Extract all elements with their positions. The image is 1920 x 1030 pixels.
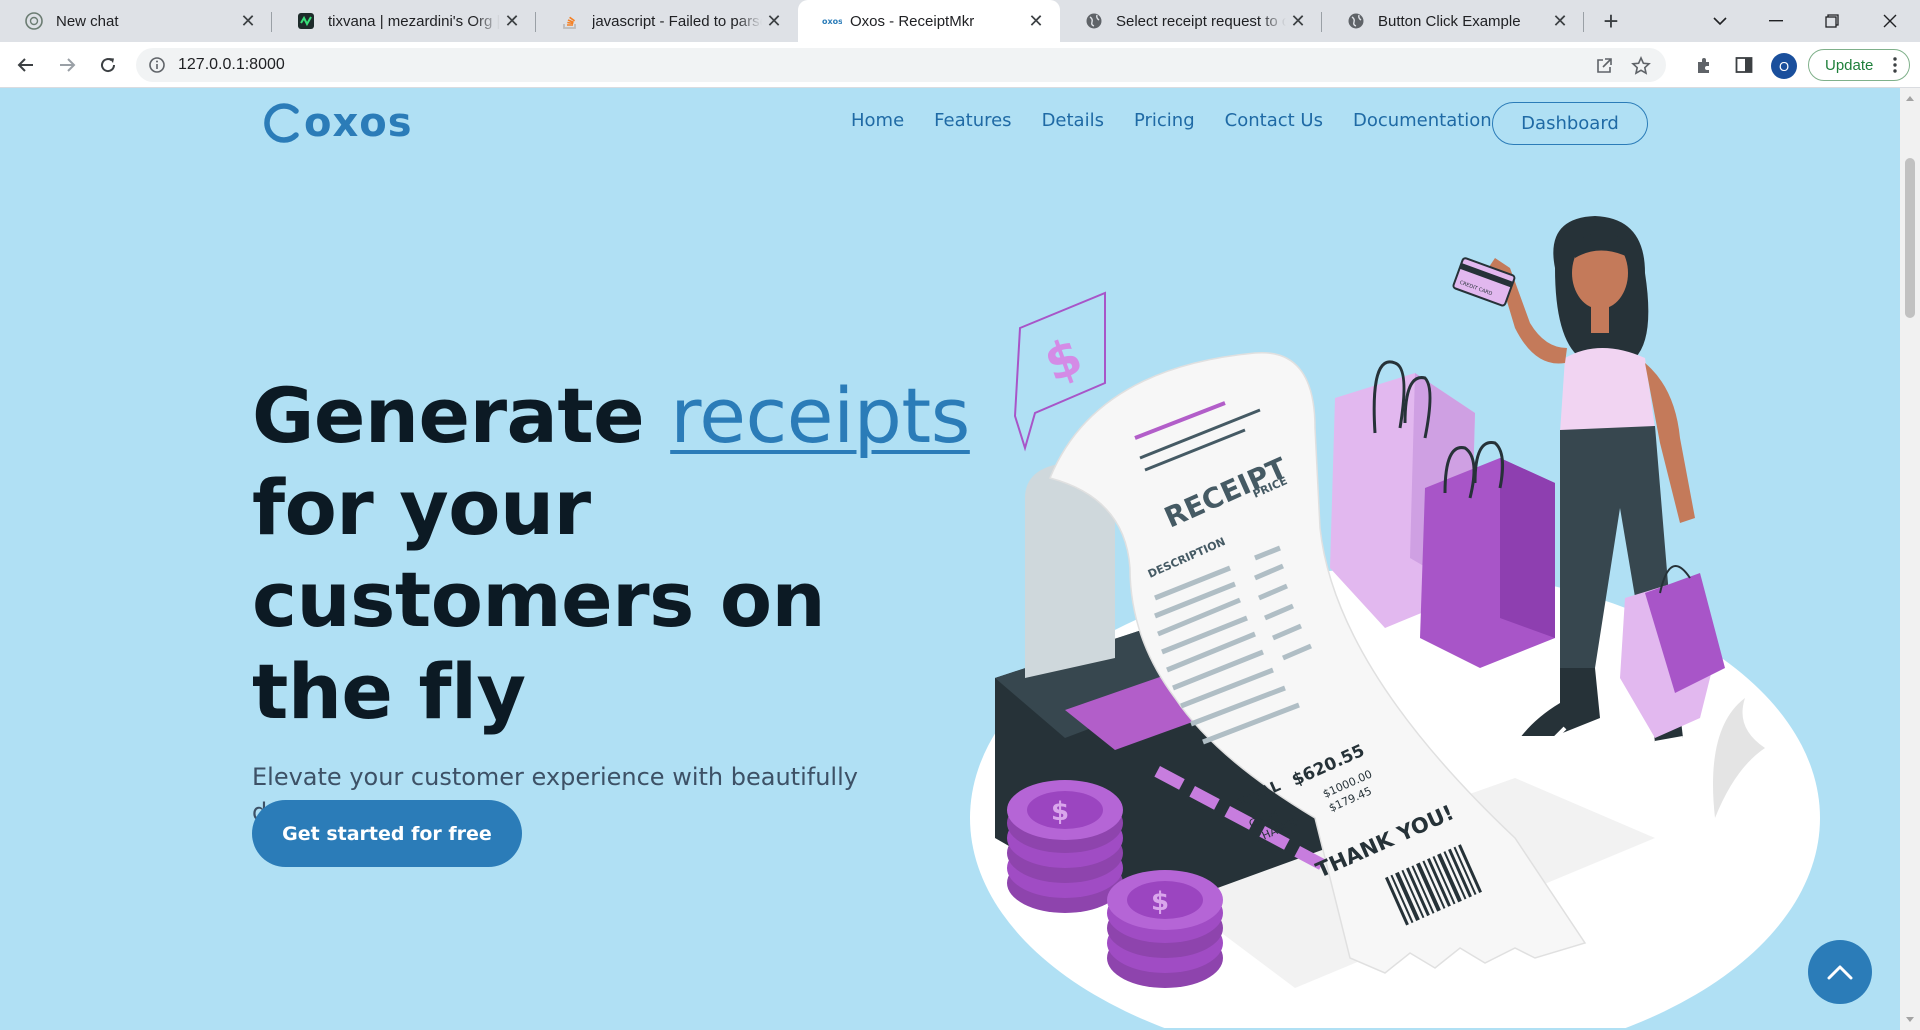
tab-title: javascript - Failed to parse s	[592, 12, 762, 30]
restore-icon[interactable]	[1804, 0, 1860, 42]
tab-separator	[1583, 12, 1584, 32]
app-icon	[296, 11, 316, 31]
hero-title-part2: for your customers on the fly	[252, 463, 826, 736]
tab-title: Oxos - ReceiptMkr	[850, 12, 975, 30]
close-icon[interactable]: ✕	[1286, 9, 1310, 33]
profile-avatar[interactable]: O	[1771, 53, 1797, 79]
share-icon[interactable]	[1593, 55, 1615, 77]
credit-card-icon: CREDIT CARD	[1452, 257, 1516, 307]
close-icon[interactable]: ✕	[500, 9, 524, 33]
get-started-button[interactable]: Get started for free	[252, 800, 522, 867]
back-icon[interactable]	[10, 49, 42, 81]
nav-pricing[interactable]: Pricing	[1134, 110, 1195, 131]
hero-section: Generate receipts for your customers on t…	[252, 370, 972, 830]
receipt-illustration: RECEIPT DESCRIPTION PRICE TOTAL $620.55 …	[970, 216, 1820, 1028]
reload-icon[interactable]	[92, 49, 124, 81]
minimize-icon[interactable]	[1748, 0, 1804, 42]
bookmark-star-icon[interactable]	[1630, 55, 1652, 77]
close-window-icon[interactable]	[1862, 0, 1918, 42]
chatgpt-icon	[24, 11, 44, 31]
extensions-icon[interactable]	[1692, 53, 1716, 77]
close-icon[interactable]: ✕	[236, 9, 260, 33]
tab-select-receipt[interactable]: Select receipt request to ch ✕	[1060, 0, 1322, 42]
scroll-up-arrow[interactable]	[1906, 96, 1914, 101]
coin-stack-icon: $	[1107, 870, 1223, 988]
globe-icon	[1346, 11, 1366, 31]
hero-title: Generate receipts for your customers on t…	[252, 370, 972, 738]
browser-toolbar: 127.0.0.1:8000 O Update	[0, 42, 1920, 88]
svg-text:oxos: oxos	[822, 17, 842, 26]
logo-c-icon	[264, 103, 299, 143]
chevron-up-icon	[1827, 965, 1853, 980]
close-icon[interactable]: ✕	[762, 9, 786, 33]
hero-title-part1: Generate	[252, 371, 671, 460]
svg-text:$: $	[1151, 887, 1169, 917]
tab-search-icon[interactable]	[1692, 0, 1748, 42]
hero-title-highlight: receipts	[670, 371, 970, 460]
url-text[interactable]: 127.0.0.1:8000	[178, 56, 285, 74]
nav-details[interactable]: Details	[1042, 110, 1104, 131]
close-icon[interactable]: ✕	[1024, 9, 1048, 33]
page-scrollbar[interactable]	[1900, 88, 1920, 1030]
globe-icon	[1084, 11, 1104, 31]
close-icon[interactable]: ✕	[1548, 9, 1572, 33]
tab-title: Select receipt request to ch	[1116, 12, 1286, 30]
new-tab-button[interactable]: +	[1597, 6, 1625, 36]
main-nav: Home Features Details Pricing Contact Us…	[851, 110, 1522, 131]
update-label: Update	[1825, 56, 1874, 74]
nav-documentation[interactable]: Documentation	[1353, 110, 1492, 131]
update-button[interactable]: Update	[1808, 49, 1910, 81]
nav-features[interactable]: Features	[934, 110, 1011, 131]
svg-text:$: $	[1051, 797, 1069, 827]
menu-dots-icon[interactable]	[1893, 57, 1897, 77]
nav-contact-us[interactable]: Contact Us	[1225, 110, 1323, 131]
site-logo[interactable]: oxos	[262, 100, 413, 146]
logo-text: oxos	[304, 100, 413, 146]
tab-button-click[interactable]: Button Click Example ✕	[1322, 0, 1584, 42]
scroll-down-arrow[interactable]	[1906, 1017, 1914, 1022]
page-viewport: oxos Home Features Details Pricing Conta…	[0, 88, 1900, 1030]
tab-tixvana[interactable]: tixvana | mezardini's Org | S ✕	[272, 0, 536, 42]
tab-title: tixvana | mezardini's Org | S	[328, 12, 500, 30]
tab-javascript[interactable]: javascript - Failed to parse s ✕	[536, 0, 798, 42]
tab-oxos-receiptmkr[interactable]: oxos Oxos - ReceiptMkr ✕	[798, 0, 1060, 42]
dashboard-button[interactable]: Dashboard	[1492, 102, 1648, 145]
side-panel-icon[interactable]	[1732, 53, 1756, 77]
tab-title: Button Click Example	[1378, 12, 1521, 30]
oxos-icon: oxos	[822, 11, 842, 31]
coin-stack-icon: $	[1007, 780, 1123, 913]
tab-new-chat[interactable]: New chat ✕	[0, 0, 272, 42]
forward-icon[interactable]	[51, 49, 83, 81]
address-bar[interactable]: 127.0.0.1:8000	[136, 48, 1666, 82]
info-icon[interactable]	[148, 56, 166, 74]
back-to-top-button[interactable]	[1808, 940, 1872, 1004]
stackoverflow-icon	[560, 11, 580, 31]
browser-tabstrip: New chat ✕ tixvana | mezardini's Org | S…	[0, 0, 1920, 42]
scrollbar-thumb[interactable]	[1905, 158, 1915, 318]
nav-home[interactable]: Home	[851, 110, 904, 131]
tab-title: New chat	[56, 12, 119, 30]
